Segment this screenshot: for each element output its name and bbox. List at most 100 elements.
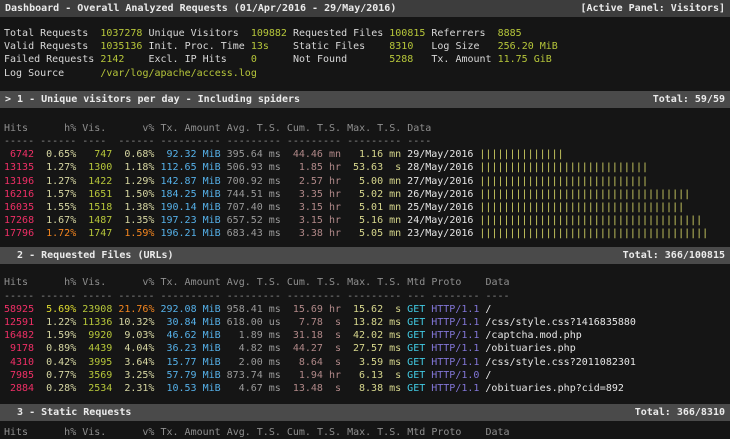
visitors-percent-cell: 1.38%	[118, 201, 154, 214]
request-url-cell: /	[485, 303, 491, 316]
avg-ts-unit: ms	[269, 329, 281, 342]
unique-visitors-rows: 6742 0.65% 747 0.68% 92.32 MiB 395.64 ms…	[0, 148, 730, 240]
hits-cell: 13135	[4, 161, 34, 174]
max-ts-unit: mn	[389, 201, 401, 214]
hits-cell: 6742	[4, 148, 34, 161]
table-row[interactable]: 16482 1.59% 9920 9.03% 46.62 MiB 1.89 ms…	[0, 329, 730, 342]
col-tx-amount: Tx. Amount	[160, 276, 220, 289]
visitors-cell: 1651	[82, 188, 112, 201]
table-row[interactable]: 7985 0.77% 3569 3.25% 57.79 MiB 873.74 m…	[0, 369, 730, 382]
max-ts-value: 27.57	[347, 342, 383, 355]
rule: -----	[4, 290, 34, 303]
col-hits-percent: h%	[40, 122, 76, 135]
table-row[interactable]: 12591 1.22% 11336 10.32% 30.84 MiB 618.0…	[0, 316, 730, 329]
http-protocol-cell: HTTP/1.1	[431, 329, 479, 342]
date-cell: 24/May/2016	[407, 214, 473, 227]
rule: ---------	[287, 135, 341, 148]
cum-ts-unit: s	[329, 342, 341, 355]
cum-ts-value: 3.15	[287, 201, 323, 214]
max-ts-value: 5.01	[347, 201, 383, 214]
tx-amount-value: 10.53	[160, 382, 196, 395]
visitors-percent-cell: 3.64%	[118, 356, 154, 369]
table-header: Hits h% Vis. v% Tx. Amount Avg. T.S. Cum…	[0, 122, 730, 135]
summary-value: 5288	[389, 53, 425, 66]
table-row[interactable]: 17268 1.67% 1487 1.35% 197.23 MiB 657.52…	[0, 214, 730, 227]
max-ts-value: 6.13	[347, 369, 383, 382]
col-hits-percent: h%	[40, 276, 76, 289]
cum-ts-value: 31.18	[287, 329, 323, 342]
panel-header-static-requests[interactable]: 3 - Static Requests Total: 366/8310	[0, 404, 730, 421]
http-protocol-cell: HTTP/1.0	[431, 369, 479, 382]
hits-percent-cell: 0.65%	[40, 148, 76, 161]
visitors-cell: 1300	[82, 161, 112, 174]
table-row[interactable]: 16035 1.55% 1518 1.38% 190.14 MiB 707.40…	[0, 201, 730, 214]
summary-value: 1037278	[100, 27, 142, 40]
col-tx-amount: Tx. Amount	[160, 426, 220, 439]
summary-label: Failed Requests	[4, 53, 94, 66]
avg-ts-value: 744.51	[227, 188, 263, 201]
rule: --------	[431, 290, 479, 303]
hits-cell: 2884	[4, 382, 34, 395]
date-cell: 26/May/2016	[407, 188, 473, 201]
hits-bar: ||||||||||||||||||||||||||||	[479, 161, 648, 174]
summary-label	[263, 67, 359, 80]
cum-ts-value: 3.38	[287, 227, 323, 240]
http-protocol-cell: HTTP/1.1	[431, 382, 479, 395]
avg-ts-unit: ms	[269, 369, 281, 382]
request-url-cell: /css/style.css?1416835880	[485, 316, 636, 329]
date-cell: 25/May/2016	[407, 201, 473, 214]
hits-cell: 13196	[4, 175, 34, 188]
summary-label: Tx. Amount	[431, 53, 491, 66]
table-row[interactable]: 13196 1.27% 1422 1.29% 142.87 MiB 700.92…	[0, 175, 730, 188]
visitors-percent-cell: 10.32%	[118, 316, 154, 329]
col-cum-ts: Cum. T.S.	[287, 426, 341, 439]
table-row[interactable]: 13135 1.27% 1300 1.18% 112.65 MiB 506.93…	[0, 161, 730, 174]
visitors-cell: 1518	[82, 201, 112, 214]
table-row[interactable]: 9178 0.89% 4439 4.04% 36.23 MiB 4.82 ms …	[0, 342, 730, 355]
col-max-ts: Max. T.S.	[347, 276, 401, 289]
visitors-percent-cell: 3.25%	[118, 369, 154, 382]
table-row[interactable]: 2884 0.28% 2534 2.31% 10.53 MiB 4.67 ms …	[0, 382, 730, 395]
rule: -----	[82, 290, 112, 303]
cum-ts-value: 3.15	[287, 214, 323, 227]
cum-ts-unit: hr	[329, 303, 341, 316]
table-row[interactable]: 4310 0.42% 3995 3.64% 15.77 MiB 2.00 ms …	[0, 356, 730, 369]
max-ts-unit: mn	[389, 148, 401, 161]
cum-ts-value: 15.69	[287, 303, 323, 316]
rule: ----	[407, 135, 431, 148]
date-cell: 28/May/2016	[407, 161, 473, 174]
table-row[interactable]: 16216 1.57% 1651 1.50% 184.25 MiB 744.51…	[0, 188, 730, 201]
panel-header-unique-visitors[interactable]: > 1 - Unique visitors per day - Includin…	[0, 91, 730, 108]
request-url-cell: /obituaries.php	[485, 342, 575, 355]
summary-value: /var/log/apache/access.log	[100, 67, 257, 80]
table-row[interactable]: 6742 0.65% 747 0.68% 92.32 MiB 395.64 ms…	[0, 148, 730, 161]
http-method-cell: GET	[407, 303, 425, 316]
table-header: Hits h% Vis. v% Tx. Amount Avg. T.S. Cum…	[0, 276, 730, 289]
rule: ---------	[227, 135, 281, 148]
hits-cell: 7985	[4, 369, 34, 382]
visitors-percent-cell: 4.04%	[118, 342, 154, 355]
avg-ts-unit: us	[269, 316, 281, 329]
summary-value: 100815	[389, 27, 425, 40]
tx-amount-value: 92.32	[160, 148, 196, 161]
visitors-percent-cell: 0.68%	[118, 148, 154, 161]
http-method-cell: GET	[407, 356, 425, 369]
visitors-cell: 2534	[82, 382, 112, 395]
request-url-cell: /captcha.mod.php	[485, 329, 581, 342]
panel-total: Total: 59/59	[653, 91, 725, 108]
avg-ts-value: 700.92	[227, 175, 263, 188]
panel-header-requested-files[interactable]: 2 - Requested Files (URLs) Total: 366/10…	[0, 247, 730, 264]
date-cell: 23/May/2016	[407, 227, 473, 240]
col-cum-ts: Cum. T.S.	[287, 276, 341, 289]
avg-ts-value: 657.52	[227, 214, 263, 227]
cum-ts-unit: mn	[329, 148, 341, 161]
tx-amount-value: 184.25	[160, 188, 196, 201]
hits-percent-cell: 1.57%	[40, 188, 76, 201]
panel-indent	[5, 407, 17, 418]
avg-ts-value: 4.82	[227, 342, 263, 355]
cum-ts-value: 7.78	[287, 316, 323, 329]
table-row[interactable]: 58925 5.69% 23908 21.76% 292.08 MiB 958.…	[0, 303, 730, 316]
table-row[interactable]: 17796 1.72% 1747 1.59% 196.21 MiB 683.43…	[0, 227, 730, 240]
max-ts-value: 13.82	[347, 316, 383, 329]
max-ts-unit: ms	[389, 316, 401, 329]
